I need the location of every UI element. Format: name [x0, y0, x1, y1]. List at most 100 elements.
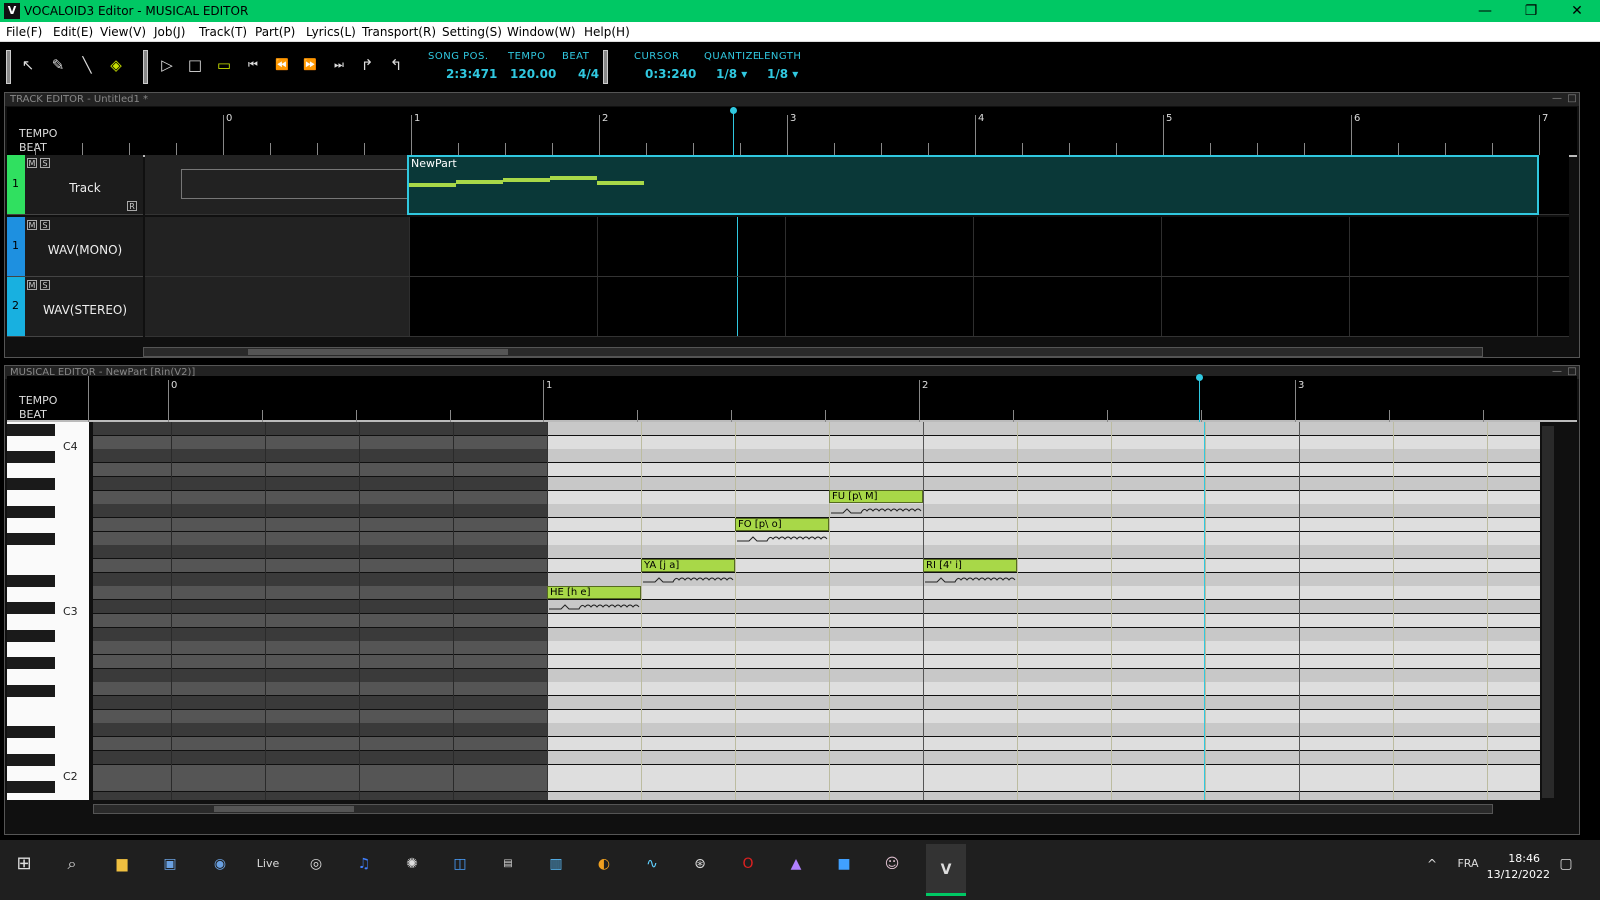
fast-forward-icon[interactable]: ⏩: [299, 54, 321, 76]
maximize-button[interactable]: ❐: [1508, 0, 1554, 22]
musical-vscroll[interactable]: [1542, 426, 1554, 798]
menu-help[interactable]: Help(H): [584, 25, 630, 39]
menu-lyrics[interactable]: Lyrics(L): [306, 25, 356, 39]
note[interactable]: HE [h e]: [547, 586, 641, 599]
mute-button[interactable]: M: [27, 280, 37, 290]
end-marker-icon[interactable]: ↰: [385, 54, 407, 76]
music-note-icon[interactable]: ♫: [350, 850, 378, 878]
waveform-app-icon[interactable]: ▥: [542, 850, 570, 878]
opera-icon[interactable]: O: [734, 850, 762, 878]
track-lane[interactable]: NewPart: [145, 155, 1569, 215]
black-key[interactable]: [7, 575, 55, 587]
track-header[interactable]: 1 M S Track R: [7, 155, 143, 215]
black-key[interactable]: [7, 602, 55, 614]
menu-part[interactable]: Part(P): [255, 25, 295, 39]
mute-button[interactable]: M: [27, 220, 37, 230]
clock-time[interactable]: 18:46: [1508, 852, 1540, 865]
menu-window[interactable]: Window(W): [507, 25, 576, 39]
track-header[interactable]: 1 M S WAV(MONO): [7, 217, 143, 277]
track-lane[interactable]: [145, 217, 1569, 277]
pencil-tool-icon[interactable]: ✎: [47, 54, 69, 76]
quantize-select[interactable]: 1/8 ▾: [716, 67, 747, 81]
line-tool-icon[interactable]: ╲: [76, 54, 98, 76]
file-explorer-icon[interactable]: ▆: [108, 850, 136, 878]
playback-cursor-head[interactable]: [1196, 374, 1203, 381]
anime-app-icon[interactable]: ☺: [878, 850, 906, 878]
blue-app-icon[interactable]: ■: [830, 850, 858, 878]
playback-cursor[interactable]: [733, 107, 734, 157]
black-key[interactable]: [7, 685, 55, 697]
black-key[interactable]: [7, 424, 55, 436]
menu-job[interactable]: Job(J): [154, 25, 185, 39]
musical-hscroll[interactable]: [93, 804, 1493, 814]
piano-keyboard[interactable]: C4 C3 C2: [7, 422, 89, 800]
black-key[interactable]: [7, 533, 55, 545]
panel-minimize-icon[interactable]: —: [1551, 93, 1563, 105]
arrow-tool-icon[interactable]: ↖: [17, 54, 39, 76]
note[interactable]: FO [p\ o]: [735, 518, 829, 531]
menu-edit[interactable]: Edit(E): [53, 25, 93, 39]
stop-icon[interactable]: □: [184, 54, 206, 76]
start-marker-icon[interactable]: ↱: [356, 54, 378, 76]
part-newpart[interactable]: NewPart: [407, 155, 1539, 215]
play-icon[interactable]: ▷: [156, 54, 178, 76]
solo-button[interactable]: S: [40, 220, 50, 230]
toolbar-grip-2[interactable]: [143, 50, 148, 84]
menu-setting[interactable]: Setting(S): [442, 25, 502, 39]
cd-app-icon[interactable]: ◎: [302, 850, 330, 878]
loop-icon[interactable]: ▭: [213, 54, 235, 76]
toolbar-grip[interactable]: [6, 50, 11, 84]
eraser-tool-icon[interactable]: ◈: [105, 54, 127, 76]
black-key[interactable]: [7, 478, 55, 490]
minimize-button[interactable]: —: [1462, 0, 1508, 22]
render-button[interactable]: R: [127, 201, 137, 211]
solo-button[interactable]: S: [40, 158, 50, 168]
triangle-app-icon[interactable]: ▲: [782, 850, 810, 878]
black-key[interactable]: [7, 754, 55, 766]
black-key[interactable]: [7, 726, 55, 738]
chevron-up-icon[interactable]: ^: [1418, 850, 1446, 878]
black-key[interactable]: [7, 630, 55, 642]
playback-cursor-head[interactable]: [730, 107, 737, 114]
vocaloid-taskbar-icon[interactable]: V: [926, 844, 966, 896]
track-ruler[interactable]: TEMPO BEAT 0 1 2 3 4 5 6 7: [7, 107, 1577, 157]
solo-button[interactable]: S: [40, 280, 50, 290]
swirl-app-icon[interactable]: ◉: [206, 850, 234, 878]
track-header[interactable]: 2 M S WAV(STEREO): [7, 277, 143, 337]
black-key[interactable]: [7, 451, 55, 463]
menu-file[interactable]: File(F): [6, 25, 42, 39]
black-key[interactable]: [7, 506, 55, 518]
go-start-icon[interactable]: ⏮: [242, 54, 264, 76]
note[interactable]: FU [p\ M]: [829, 490, 923, 503]
track-lane[interactable]: [145, 277, 1569, 337]
playback-cursor[interactable]: [1199, 376, 1200, 422]
track-hscroll[interactable]: [143, 347, 1483, 357]
black-key[interactable]: [7, 781, 55, 793]
search-icon[interactable]: ⌕: [58, 850, 86, 878]
musical-ruler[interactable]: TEMPO BEAT 0 1 2 3: [7, 374, 1577, 422]
computer-icon[interactable]: ▣: [156, 850, 184, 878]
toolbar-grip-3[interactable]: [603, 50, 608, 84]
panel-maximize-icon[interactable]: □: [1566, 93, 1578, 105]
steam-icon[interactable]: ⊛: [686, 850, 714, 878]
windows-start-icon[interactable]: ⊞: [10, 850, 38, 878]
notification-icon[interactable]: ▢: [1552, 850, 1580, 878]
mute-button[interactable]: M: [27, 158, 37, 168]
go-end-icon[interactable]: ⏭: [328, 54, 350, 76]
menu-track[interactable]: Track(T): [199, 25, 247, 39]
window-app-icon[interactable]: ◫: [446, 850, 474, 878]
wave-app-icon[interactable]: ∿: [638, 850, 666, 878]
note[interactable]: RI [4' i]: [923, 559, 1017, 572]
close-button[interactable]: ✕: [1554, 0, 1600, 22]
circle-app-icon[interactable]: ◐: [590, 850, 618, 878]
menu-transport[interactable]: Transport(R): [362, 25, 436, 39]
black-key[interactable]: [7, 657, 55, 669]
settings-wheel-icon[interactable]: ✺: [398, 850, 426, 878]
length-select[interactable]: 1/8 ▾: [767, 67, 798, 81]
language-indicator[interactable]: FRA: [1450, 850, 1486, 878]
udk-app-icon[interactable]: ▤: [494, 850, 522, 878]
note[interactable]: YA [j a]: [641, 559, 735, 572]
rewind-icon[interactable]: ⏪: [271, 54, 293, 76]
menu-view[interactable]: View(V): [100, 25, 146, 39]
piano-roll[interactable]: HE [h e] YA [j a] FO [p\ o] FU [p\ M] RI [4'…: [93, 422, 1540, 800]
